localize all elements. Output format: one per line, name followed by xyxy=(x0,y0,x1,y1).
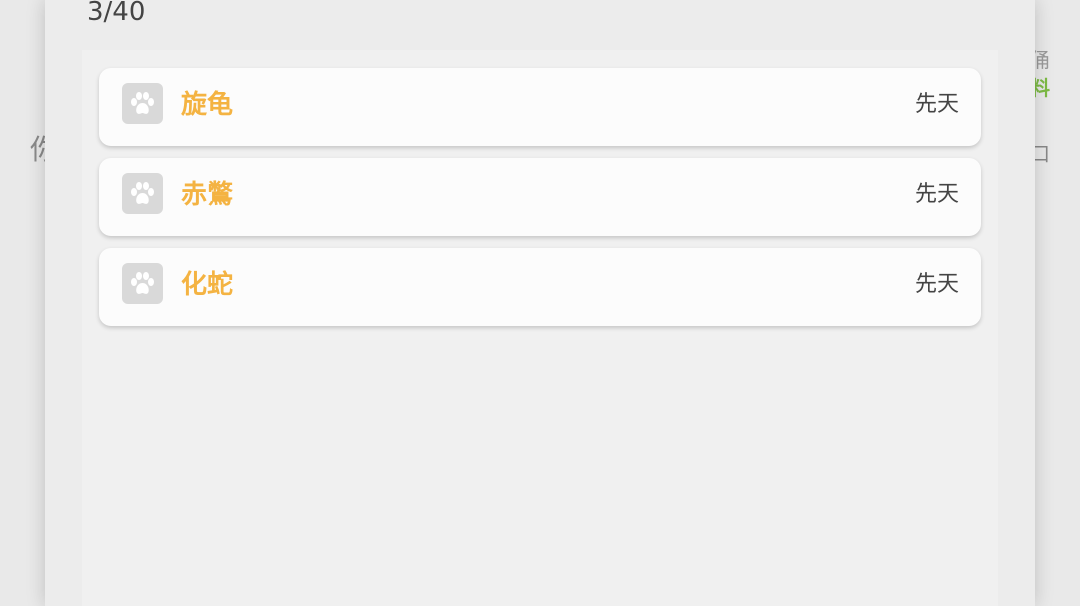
selection-dialog: 3/40 旋龟 先天 赤鷩 先天 化蛇 先天 xyxy=(45,0,1035,606)
item-list[interactable]: 旋龟 先天 赤鷩 先天 化蛇 先天 xyxy=(82,50,998,606)
item-name: 旋龟 xyxy=(181,90,234,120)
list-item[interactable]: 赤鷩 先天 xyxy=(99,158,981,236)
background-right-mid-text: 口 xyxy=(1030,142,1050,166)
item-type: 先天 xyxy=(914,272,959,297)
item-type: 先天 xyxy=(914,92,959,117)
background-right-green-text: 料 xyxy=(1030,76,1050,100)
paw-icon xyxy=(122,83,163,124)
item-name: 化蛇 xyxy=(181,270,234,300)
item-name: 赤鷩 xyxy=(181,180,234,210)
item-type: 先天 xyxy=(914,182,959,207)
list-item[interactable]: 旋龟 先天 xyxy=(99,68,981,146)
list-item[interactable]: 化蛇 先天 xyxy=(99,248,981,326)
paw-icon xyxy=(122,173,163,214)
paw-icon xyxy=(122,263,163,304)
item-counter: 3/40 xyxy=(87,0,146,27)
background-right-text: 俑 xyxy=(1030,48,1050,72)
